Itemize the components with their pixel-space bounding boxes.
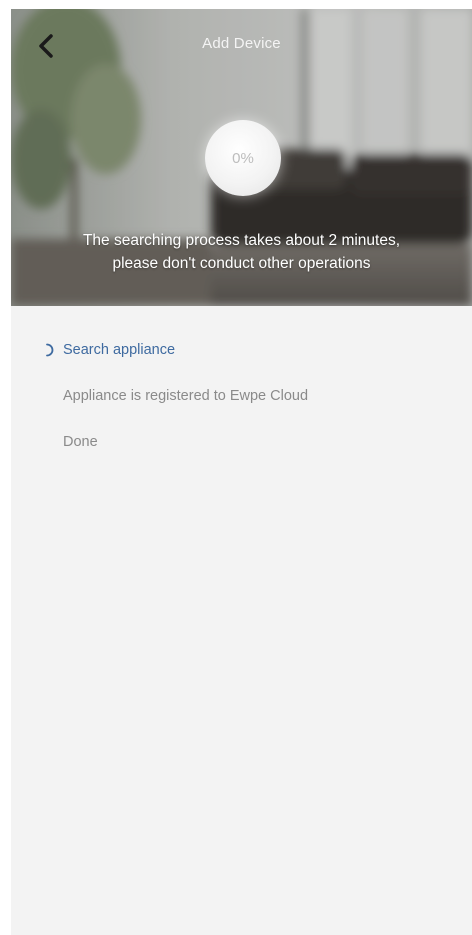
setup-steps-list: Search appliance Appliance is registered… <box>11 327 472 465</box>
step-label: Appliance is registered to Ewpe Cloud <box>63 388 309 404</box>
hero-banner: Add Device 0% The searching process take… <box>11 9 472 306</box>
add-device-screen: Add Device 0% The searching process take… <box>11 9 472 935</box>
search-hint-line-2: please don't conduct other operations <box>112 255 371 272</box>
step-done: Done <box>11 419 472 465</box>
progress-indicator: 0% <box>205 120 281 196</box>
step-search-appliance: Search appliance <box>11 327 472 373</box>
search-hint-line-1: The searching process takes about 2 minu… <box>82 232 401 249</box>
step-label: Search appliance <box>63 342 176 358</box>
page-title: Add Device <box>202 35 281 52</box>
progress-percentage: 0% <box>232 149 254 167</box>
step-label: Done <box>63 434 98 450</box>
search-hint-text: The searching process takes about 2 minu… <box>11 229 472 275</box>
step-register-cloud: Appliance is registered to Ewpe Cloud <box>11 373 472 419</box>
loading-spinner-icon <box>46 343 54 357</box>
